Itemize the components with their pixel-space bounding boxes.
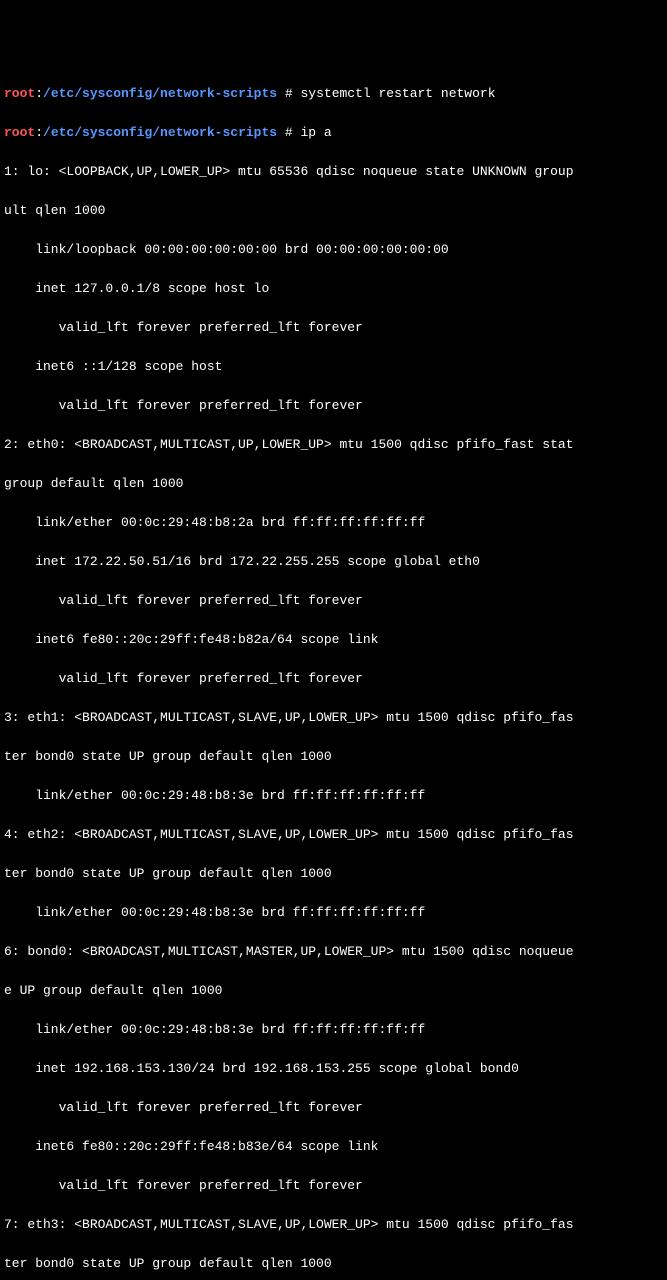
prompt-sep: : <box>35 125 43 140</box>
prompt-line-1: root:/etc/sysconfig/network-scripts # sy… <box>4 84 663 104</box>
output-line: valid_lft forever preferred_lft forever <box>4 669 663 689</box>
prompt-path: /etc/sysconfig/network-scripts <box>43 125 277 140</box>
output-line: link/ether 00:0c:29:48:b8:2a brd ff:ff:f… <box>4 513 663 533</box>
output-line: valid_lft forever preferred_lft forever <box>4 318 663 338</box>
output-line: 1: lo: <LOOPBACK,UP,LOWER_UP> mtu 65536 … <box>4 162 663 182</box>
output-line: inet 127.0.0.1/8 scope host lo <box>4 279 663 299</box>
output-line: 6: bond0: <BROADCAST,MULTICAST,MASTER,UP… <box>4 942 663 962</box>
output-line: valid_lft forever preferred_lft forever <box>4 1176 663 1196</box>
output-line: ter bond0 state UP group default qlen 10… <box>4 1254 663 1274</box>
prompt-line-2: root:/etc/sysconfig/network-scripts # ip… <box>4 123 663 143</box>
prompt-hash: # <box>277 86 300 101</box>
prompt-hash: # <box>277 125 300 140</box>
output-line: 2: eth0: <BROADCAST,MULTICAST,UP,LOWER_U… <box>4 435 663 455</box>
output-line: valid_lft forever preferred_lft forever <box>4 591 663 611</box>
output-line: 7: eth3: <BROADCAST,MULTICAST,SLAVE,UP,L… <box>4 1215 663 1235</box>
output-line: link/ether 00:0c:29:48:b8:3e brd ff:ff:f… <box>4 1020 663 1040</box>
output-line: inet6 fe80::20c:29ff:fe48:b83e/64 scope … <box>4 1137 663 1157</box>
output-line: inet 172.22.50.51/16 brd 172.22.255.255 … <box>4 552 663 572</box>
prompt-path: /etc/sysconfig/network-scripts <box>43 86 277 101</box>
command-1: systemctl restart network <box>300 86 495 101</box>
output-line: link/loopback 00:00:00:00:00:00 brd 00:0… <box>4 240 663 260</box>
output-line: ult qlen 1000 <box>4 201 663 221</box>
output-line: ter bond0 state UP group default qlen 10… <box>4 864 663 884</box>
output-line: link/ether 00:0c:29:48:b8:3e brd ff:ff:f… <box>4 786 663 806</box>
output-line: valid_lft forever preferred_lft forever <box>4 396 663 416</box>
output-line: ter bond0 state UP group default qlen 10… <box>4 747 663 767</box>
prompt-user: root <box>4 86 35 101</box>
output-line: valid_lft forever preferred_lft forever <box>4 1098 663 1118</box>
output-line: e UP group default qlen 1000 <box>4 981 663 1001</box>
output-line: group default qlen 1000 <box>4 474 663 494</box>
output-line: inet6 ::1/128 scope host <box>4 357 663 377</box>
output-line: inet 192.168.153.130/24 brd 192.168.153.… <box>4 1059 663 1079</box>
output-line: 3: eth1: <BROADCAST,MULTICAST,SLAVE,UP,L… <box>4 708 663 728</box>
output-line: link/ether 00:0c:29:48:b8:3e brd ff:ff:f… <box>4 903 663 923</box>
prompt-user: root <box>4 125 35 140</box>
output-line: 4: eth2: <BROADCAST,MULTICAST,SLAVE,UP,L… <box>4 825 663 845</box>
prompt-sep: : <box>35 86 43 101</box>
command-2: ip a <box>300 125 331 140</box>
